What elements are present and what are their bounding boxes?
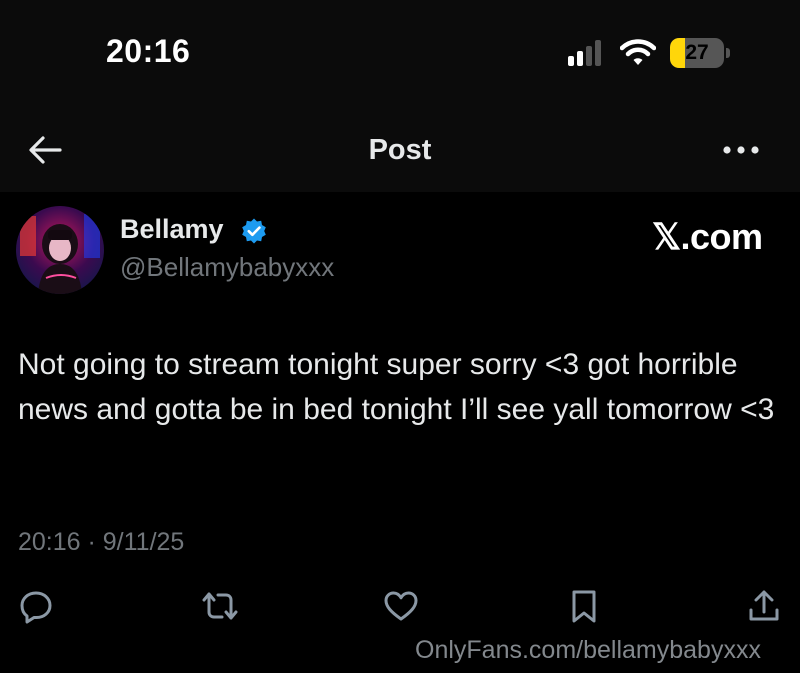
cellular-signal-icon xyxy=(568,40,608,66)
reply-button[interactable] xyxy=(18,588,54,624)
repost-button[interactable] xyxy=(200,588,240,624)
like-button[interactable] xyxy=(383,588,419,624)
more-options-button[interactable] xyxy=(720,140,764,160)
share-button[interactable] xyxy=(746,588,782,624)
author-handle[interactable]: @Bellamybabyxxx xyxy=(120,252,334,283)
watermark: OnlyFans.com/bellamybabyxxx xyxy=(415,636,761,664)
verified-badge-icon xyxy=(240,217,268,245)
status-bar: 20:16 27 xyxy=(0,0,800,100)
share-icon xyxy=(749,590,779,621)
status-time: 20:16 xyxy=(106,33,191,69)
reply-icon xyxy=(20,591,52,624)
more-horizontal-icon xyxy=(723,146,759,154)
like-icon xyxy=(384,591,418,621)
nav-bar: Post xyxy=(0,100,800,192)
wifi-icon xyxy=(619,37,657,67)
avatar[interactable] xyxy=(16,206,104,294)
page-title: Post xyxy=(368,134,432,166)
x-com-logo: 𝕏.com xyxy=(652,216,763,257)
battery-indicator: 27 xyxy=(670,38,732,68)
bookmark-button[interactable] xyxy=(566,588,602,624)
battery-level: 27 xyxy=(685,41,709,64)
author-name[interactable]: Bellamy xyxy=(120,214,224,245)
post-timestamp[interactable]: 20:16 · 9/11/25 xyxy=(18,528,184,557)
post-text: Not going to stream tonight super sorry … xyxy=(18,348,775,426)
bookmark-icon xyxy=(572,590,596,623)
repost-icon xyxy=(202,592,238,620)
